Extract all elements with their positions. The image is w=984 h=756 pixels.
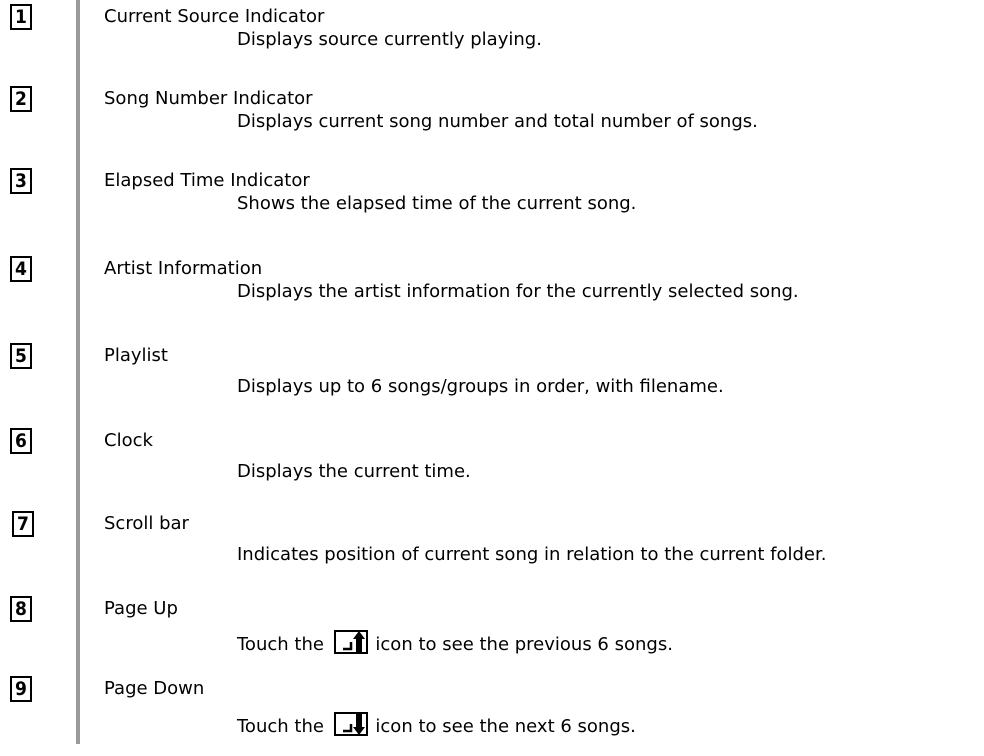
legend-entry-9: 9 Page Down Touch the icon to see the ne… bbox=[0, 676, 984, 756]
legend-entry-8: 8 Page Up Touch the icon to see the prev… bbox=[0, 596, 984, 676]
callout-number: 9 bbox=[10, 676, 32, 702]
callout-number: 5 bbox=[10, 343, 32, 369]
entry-description: Touch the icon to see the previous 6 son… bbox=[237, 630, 673, 656]
page-up-icon bbox=[333, 630, 368, 654]
callout-number: 8 bbox=[10, 596, 32, 622]
entry-title: Playlist bbox=[104, 345, 168, 366]
legend-entry-3: 3 Elapsed Time Indicator Shows the elaps… bbox=[0, 168, 984, 248]
callout-number: 6 bbox=[10, 428, 32, 454]
entry-title: Clock bbox=[104, 430, 153, 451]
entry-title: Artist Information bbox=[104, 258, 263, 279]
entry-description: Shows the elapsed time of the current so… bbox=[237, 193, 637, 214]
desc-text-after: icon to see the next 6 songs. bbox=[375, 716, 636, 737]
entry-description: Displays the current time. bbox=[237, 461, 471, 482]
legend-entry-6: 6 Clock Displays the current time. bbox=[0, 428, 984, 508]
entry-title: Page Down bbox=[104, 678, 205, 699]
callout-number: 2 bbox=[10, 86, 32, 112]
entry-title: Current Source Indicator bbox=[104, 6, 325, 27]
legend-entry-5: 5 Playlist Displays up to 6 songs/groups… bbox=[0, 343, 984, 423]
desc-text-before: Touch the bbox=[237, 634, 324, 655]
entry-description: Indicates position of current song in re… bbox=[237, 544, 827, 565]
callout-number: 4 bbox=[10, 256, 32, 282]
entry-title: Elapsed Time Indicator bbox=[104, 170, 310, 191]
legend-entry-2: 2 Song Number Indicator Displays current… bbox=[0, 86, 984, 166]
entry-title: Page Up bbox=[104, 598, 178, 619]
legend-entry-1: 1 Current Source Indicator Displays sour… bbox=[0, 4, 984, 84]
legend-entry-7: 7 Scroll bar Indicates position of curre… bbox=[0, 511, 984, 591]
page-down-icon bbox=[333, 712, 368, 736]
entry-description: Displays up to 6 songs/groups in order, … bbox=[237, 376, 724, 397]
entry-description: Displays current song number and total n… bbox=[237, 111, 758, 132]
legend-entry-4: 4 Artist Information Displays the artist… bbox=[0, 256, 984, 336]
entry-description: Touch the icon to see the next 6 songs. bbox=[237, 712, 636, 738]
entry-title: Song Number Indicator bbox=[104, 88, 313, 109]
entry-description: Displays source currently playing. bbox=[237, 29, 542, 50]
desc-text-before: Touch the bbox=[237, 716, 324, 737]
callout-number: 7 bbox=[12, 511, 34, 537]
callout-number: 3 bbox=[10, 168, 32, 194]
entry-description: Displays the artist information for the … bbox=[237, 281, 799, 302]
callout-number: 1 bbox=[10, 4, 32, 30]
entry-title: Scroll bar bbox=[104, 513, 189, 534]
desc-text-after: icon to see the previous 6 songs. bbox=[375, 634, 673, 655]
